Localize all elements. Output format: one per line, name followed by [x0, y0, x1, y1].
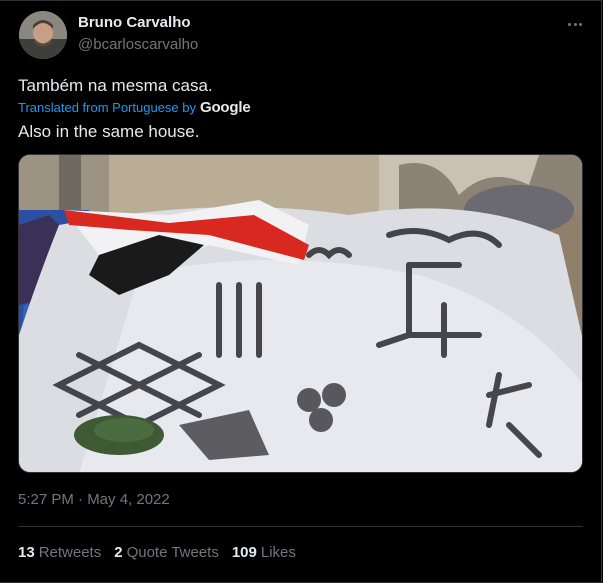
retweets-count: 13	[18, 544, 35, 561]
google-logo: Google	[200, 99, 251, 116]
quote-tweets-count: 2	[114, 544, 123, 561]
more-icon[interactable]	[565, 14, 585, 34]
likes-count: 109	[231, 544, 257, 561]
tweet-stats: 13 Retweets 2 Quote Tweets 109 Likes	[18, 544, 309, 561]
retweets-label: Retweets	[38, 544, 102, 561]
translated-from-label: Translated from Portuguese by	[18, 100, 196, 115]
tweet-timestamp[interactable]: 5:27 PM · May 4, 2022	[18, 491, 170, 508]
translation-attribution[interactable]: Translated from Portuguese by Google	[18, 99, 251, 116]
avatar-image	[19, 11, 67, 59]
likes-label: Likes	[260, 544, 296, 561]
tweet-translated-text: Also in the same house.	[18, 122, 200, 141]
tweet-original-text: Também na mesma casa.	[18, 76, 213, 95]
quote-tweets-label: Quote Tweets	[126, 544, 219, 561]
author-name[interactable]: Bruno Carvalho	[78, 14, 191, 31]
author-handle[interactable]: @bcarloscarvalho	[78, 36, 198, 53]
tweet-photo[interactable]	[18, 154, 583, 473]
divider-top	[18, 526, 583, 527]
retweets-stat[interactable]: 13 Retweets	[18, 544, 101, 561]
avatar[interactable]	[19, 11, 67, 59]
quote-tweets-stat[interactable]: 2 Quote Tweets	[114, 544, 219, 561]
likes-stat[interactable]: 109 Likes	[232, 544, 296, 561]
photo-image	[19, 155, 582, 472]
